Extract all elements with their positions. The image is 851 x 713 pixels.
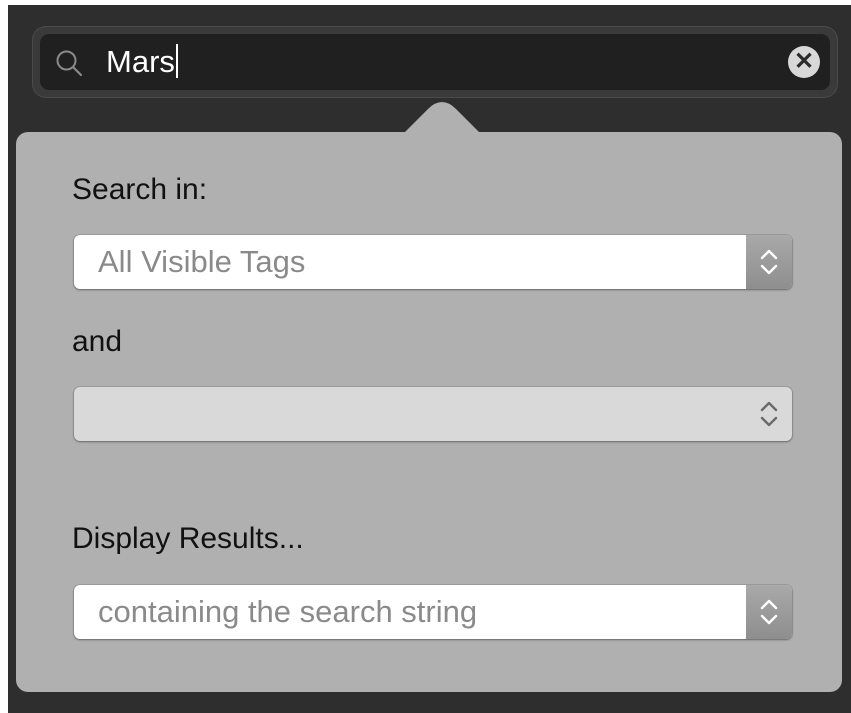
display-results-value: containing the search string: [98, 594, 478, 629]
text-caret: [175, 44, 178, 78]
display-results-select[interactable]: containing the search string: [74, 585, 792, 639]
chevron-up-down-icon: [760, 599, 778, 625]
and-label: and: [72, 325, 123, 358]
chevron-up-down-icon: [760, 249, 778, 275]
window: Mars ✕ Search in: All Visible Tags and D…: [8, 5, 851, 713]
display-results-stepper[interactable]: [746, 585, 792, 639]
search-in-label: Search in:: [72, 173, 208, 206]
search-options-popover: Search in: All Visible Tags and Display …: [16, 132, 842, 692]
search-in-value: All Visible Tags: [98, 244, 306, 279]
chevron-up-down-icon: [760, 401, 778, 427]
clear-circle-icon: ✕: [793, 48, 815, 75]
display-results-label: Display Results...: [72, 522, 304, 555]
search-input[interactable]: Mars: [106, 41, 178, 83]
popover-arrow: [400, 102, 484, 137]
search-icon: [56, 50, 83, 77]
secondary-stepper[interactable]: [746, 387, 792, 441]
search-bar: Mars ✕: [32, 26, 838, 98]
clear-search-button[interactable]: ✕: [788, 46, 820, 78]
secondary-select[interactable]: [74, 387, 792, 441]
search-query: Mars: [106, 44, 175, 79]
search-in-select[interactable]: All Visible Tags: [74, 235, 792, 289]
search-field[interactable]: Mars ✕: [40, 34, 830, 90]
search-in-stepper[interactable]: [746, 235, 792, 289]
